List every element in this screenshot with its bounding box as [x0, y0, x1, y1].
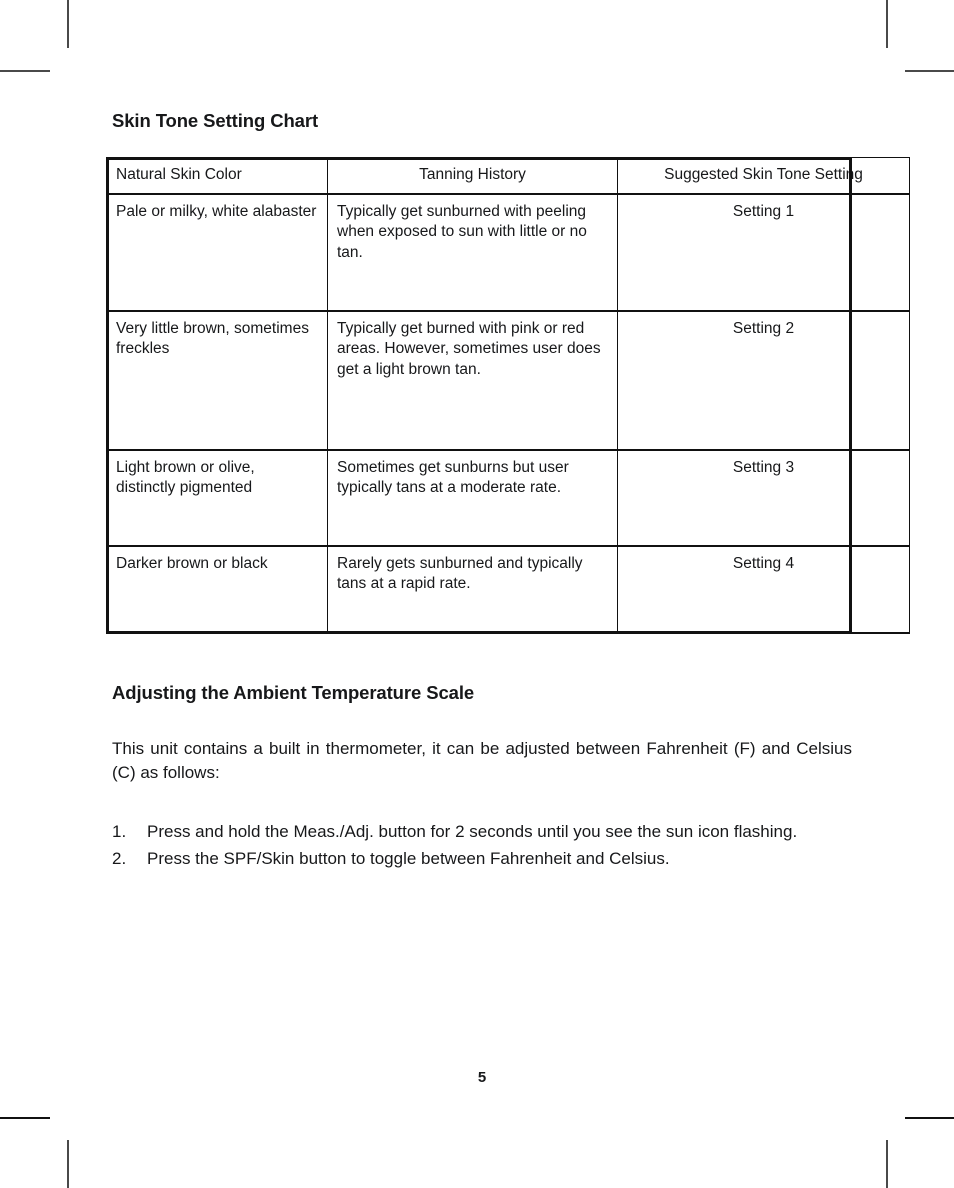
cell-tanning-history: Typically get sunburned with peeling whe…: [327, 193, 618, 312]
list-item-text: Press and hold the Meas./Adj. button for…: [147, 822, 798, 841]
list-item-number: 2.: [112, 848, 127, 868]
crop-mark-top-right-vertical: [886, 0, 888, 48]
cell-natural-skin-color: Pale or milky, white alabaster: [106, 193, 328, 312]
ambient-temperature-heading: Adjusting the Ambient Temperature Scale: [112, 682, 475, 703]
crop-mark-bottom-left-horizontal: [0, 1117, 50, 1119]
cell-natural-skin-color: Darker brown or black: [106, 545, 328, 634]
crop-mark-bottom-left-vertical: [67, 1140, 69, 1188]
column-header-suggested-setting: Suggested Skin Tone Setting: [617, 156, 910, 195]
crop-mark-top-right-horizontal: [905, 70, 954, 72]
crop-mark-top-left-vertical: [67, 0, 69, 48]
table-header-row: Natural Skin Color Tanning History Sugge…: [106, 156, 910, 195]
skin-tone-setting-table: Natural Skin Color Tanning History Sugge…: [106, 156, 910, 634]
crop-mark-bottom-right-horizontal: [905, 1117, 954, 1119]
list-item-text: Press the SPF/Skin button to toggle betw…: [147, 848, 670, 868]
table-row: Light brown or olive, distinctly pigment…: [106, 449, 910, 547]
page-content: Skin Tone Setting Chart Natural Skin Col…: [106, 0, 910, 1188]
table-row: Very little brown, sometimes freckles Ty…: [106, 310, 910, 451]
list-item-number: 1.: [112, 822, 127, 841]
cell-suggested-setting: Setting 1: [617, 193, 910, 312]
cell-suggested-setting: Setting 2: [617, 310, 910, 451]
skin-tone-table-wrapper: Natural Skin Color Tanning History Sugge…: [106, 156, 910, 634]
cell-suggested-setting: Setting 4: [617, 545, 910, 634]
skin-tone-chart-heading: Skin Tone Setting Chart: [112, 110, 319, 131]
crop-mark-top-left-horizontal: [0, 70, 50, 72]
table-row: Pale or milky, white alabaster Typically…: [106, 193, 910, 312]
cell-natural-skin-color: Very little brown, sometimes freckles: [106, 310, 328, 451]
cell-suggested-setting: Setting 3: [617, 449, 910, 547]
cell-tanning-history: Rarely gets sunburned and typically tans…: [327, 545, 618, 634]
cell-tanning-history: Sometimes get sunburns but user typicall…: [327, 449, 618, 547]
crop-mark-bottom-right-vertical: [886, 1140, 888, 1188]
column-header-tanning-history: Tanning History: [327, 156, 618, 195]
cell-tanning-history: Typically get burned with pink or red ar…: [327, 310, 618, 451]
ambient-temperature-intro-paragraph: This unit contains a built in thermomete…: [112, 739, 852, 783]
list-item: 1. Press and hold the Meas./Adj. button …: [112, 819, 852, 846]
cell-natural-skin-color: Light brown or olive, distinctly pigment…: [106, 449, 328, 547]
column-header-natural-skin-color: Natural Skin Color: [106, 156, 328, 195]
table-row: Darker brown or black Rarely gets sunbur…: [106, 545, 910, 634]
page-number: 5: [477, 1069, 487, 1086]
list-item: 2. Press the SPF/Skin button to toggle b…: [112, 846, 852, 873]
ambient-temperature-steps-list: 1. Press and hold the Meas./Adj. button …: [112, 819, 852, 872]
